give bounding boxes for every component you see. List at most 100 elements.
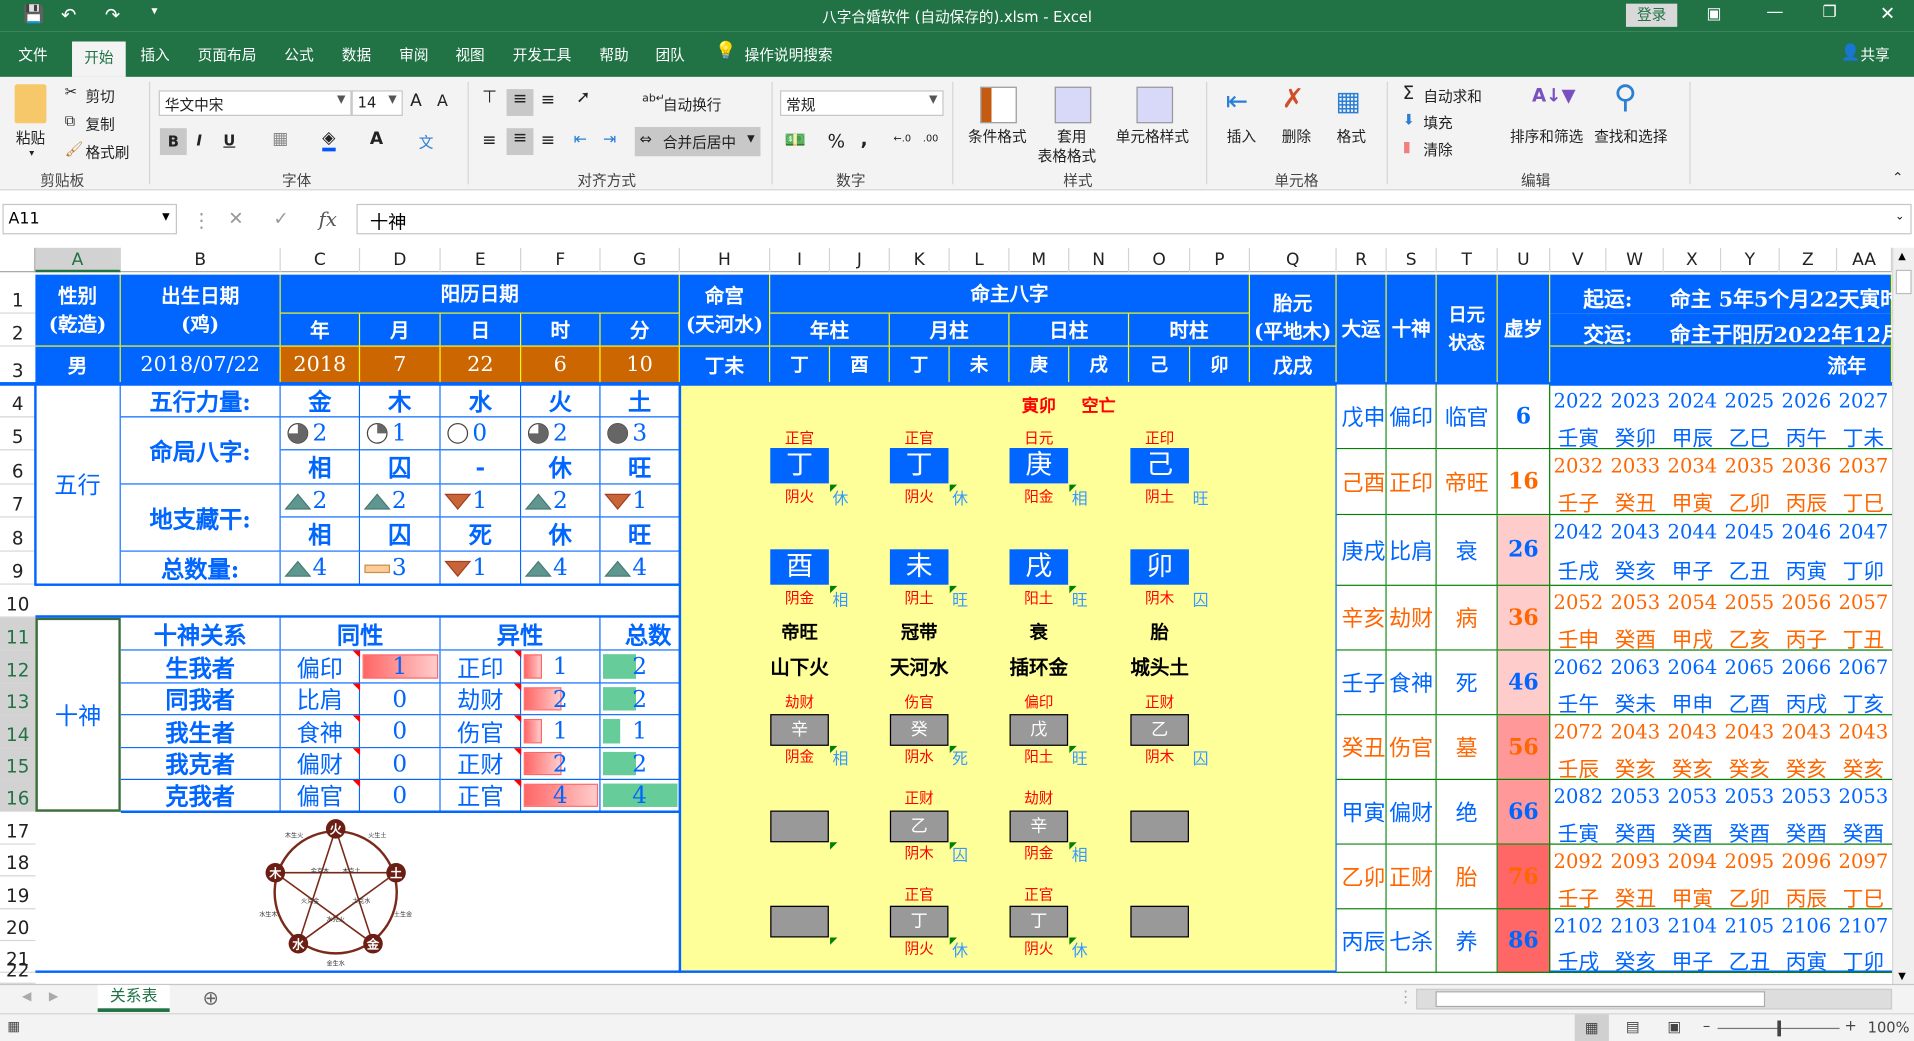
solar-unit[interactable]: 日	[440, 313, 522, 347]
dayun-ten-god[interactable]: 劫财	[1386, 585, 1437, 651]
shishen-header[interactable]: 十神	[1386, 274, 1437, 385]
hidden-stem-box[interactable]	[770, 905, 829, 938]
hidden-stem-box[interactable]: 癸	[889, 714, 949, 746]
same-polarity-header[interactable]: 同性	[280, 617, 441, 651]
element-3[interactable]: 火	[521, 384, 601, 418]
dayun-ganzhi[interactable]: 甲寅	[1336, 780, 1387, 845]
dayun-header[interactable]: 大运	[1336, 274, 1387, 385]
dayun-day-state[interactable]: 死	[1436, 650, 1498, 716]
hidden-stem-box[interactable]: 乙	[889, 810, 949, 843]
solar-unit[interactable]: 时	[521, 313, 601, 347]
pillar-char[interactable]: 丁	[770, 346, 831, 385]
solar-value[interactable]: 10	[600, 346, 680, 385]
dayun-day-state[interactable]: 病	[1436, 585, 1498, 651]
dayun-age[interactable]: 86	[1497, 909, 1551, 973]
canggan-count[interactable]: 2	[280, 484, 361, 518]
dayun-ten-god[interactable]: 偏印	[1386, 384, 1437, 450]
prev-sheet-icon[interactable]: ◀	[22, 990, 31, 1003]
bazi-count-label[interactable]: 命局八字:	[120, 417, 281, 485]
horizontal-scroll-thumb[interactable]	[1435, 991, 1766, 1008]
same-count[interactable]: 0	[360, 683, 441, 716]
hidden-stem-box[interactable]	[770, 810, 829, 843]
taiyuan-value[interactable]: 戊戌	[1249, 346, 1337, 385]
scroll-down-icon[interactable]: ▼	[1898, 970, 1906, 981]
relation-label[interactable]: 克我者	[120, 780, 281, 812]
wuxing-section-label[interactable]: 五行	[35, 384, 121, 585]
element-2[interactable]: 水	[440, 384, 522, 418]
bazi-state[interactable]: 休	[521, 450, 601, 485]
diff-god[interactable]: 正官	[440, 780, 522, 812]
relation-label[interactable]: 我克者	[120, 748, 281, 781]
dayun-day-state[interactable]: 绝	[1436, 780, 1498, 845]
pillar-label[interactable]: 月柱	[889, 313, 1010, 347]
hidden-stem-box[interactable]: 乙	[1130, 714, 1189, 746]
dayun-day-state[interactable]: 墓	[1436, 715, 1498, 781]
dayun-day-state[interactable]: 衰	[1436, 515, 1498, 586]
element-1[interactable]: 木	[360, 384, 441, 418]
total-count[interactable]: 1	[440, 551, 522, 585]
bazi-state[interactable]: 相	[280, 450, 361, 485]
pillar-label[interactable]: 时柱	[1129, 313, 1250, 347]
dayun-ganzhi[interactable]: 辛亥	[1336, 585, 1387, 651]
dayun-age[interactable]: 16	[1497, 449, 1551, 516]
dayun-ten-god[interactable]: 正印	[1386, 449, 1437, 516]
dayun-age[interactable]: 76	[1497, 844, 1551, 910]
heavenly-stem-box[interactable]: 丁	[889, 447, 949, 484]
solar-unit[interactable]: 年	[280, 313, 361, 347]
zoom-slider-thumb[interactable]	[1777, 1020, 1782, 1037]
bazi-count[interactable]: 3	[600, 417, 680, 451]
total-count[interactable]: 4	[280, 551, 361, 585]
pillar-char[interactable]: 未	[949, 346, 1010, 385]
pillar-char[interactable]: 酉	[830, 346, 890, 385]
taiyuan-label[interactable]: 胎元 (平地木)	[1249, 274, 1337, 347]
earthly-branch-box[interactable]: 卯	[1130, 549, 1189, 585]
canggan-state[interactable]: 休	[521, 517, 601, 552]
horizontal-scrollbar[interactable]	[1416, 988, 1893, 1010]
total-count[interactable]: 2	[600, 683, 680, 716]
dayun-ganzhi[interactable]: 癸丑	[1336, 715, 1387, 781]
diff-count[interactable]: 2	[521, 683, 601, 716]
canggan-count[interactable]: 1	[440, 484, 522, 518]
earthly-branch-box[interactable]: 戌	[1009, 549, 1069, 585]
dayun-age[interactable]: 66	[1497, 780, 1551, 845]
same-god[interactable]: 比肩	[280, 683, 361, 716]
hidden-stem-box[interactable]: 丁	[1009, 905, 1069, 938]
solar-value[interactable]: 7	[360, 346, 441, 385]
diff-god[interactable]: 正印	[440, 650, 522, 684]
same-count[interactable]: 0	[360, 715, 441, 749]
total-count[interactable]: 4	[600, 551, 680, 585]
dayun-ganzhi[interactable]: 庚戌	[1336, 515, 1387, 586]
shishen-relation-header[interactable]: 十神关系	[120, 617, 281, 651]
pillar-char[interactable]: 卯	[1190, 346, 1250, 385]
dayun-ten-god[interactable]: 伤官	[1386, 715, 1437, 781]
page-break-view-icon[interactable]: ▣	[1667, 1018, 1681, 1035]
bazi-count[interactable]: 0	[440, 417, 522, 451]
dayun-day-state[interactable]: 胎	[1436, 844, 1498, 910]
dayun-age[interactable]: 6	[1497, 384, 1551, 450]
solar-unit[interactable]: 月	[360, 313, 441, 347]
zoom-out-icon[interactable]: –	[1703, 1017, 1710, 1034]
dayun-ten-god[interactable]: 食神	[1386, 650, 1437, 716]
relation-label[interactable]: 生我者	[120, 650, 281, 684]
vertical-scroll-thumb[interactable]	[1895, 269, 1912, 295]
element-0[interactable]: 金	[280, 384, 361, 418]
dayun-ten-god[interactable]: 七杀	[1386, 909, 1437, 973]
shishen-section-label[interactable]: 十神	[35, 617, 121, 812]
dayun-age[interactable]: 46	[1497, 650, 1551, 716]
page-layout-view-icon[interactable]: ▤	[1626, 1018, 1640, 1035]
dayun-ganzhi[interactable]: 壬子	[1336, 650, 1387, 716]
bazi-count[interactable]: 2	[521, 417, 601, 451]
bazi-count[interactable]: 2	[280, 417, 361, 451]
bazi-state[interactable]: 旺	[600, 450, 680, 485]
minggong-value[interactable]: 丁未	[679, 346, 771, 385]
zoom-in-icon[interactable]: +	[1844, 1017, 1856, 1034]
diff-count[interactable]: 1	[521, 650, 601, 684]
dayun-age[interactable]: 56	[1497, 715, 1551, 781]
total-header[interactable]: 总数	[600, 617, 680, 651]
dayun-age[interactable]: 26	[1497, 515, 1551, 586]
bazi-count[interactable]: 1	[360, 417, 441, 451]
bazi-label[interactable]: 命主八字	[770, 274, 1250, 314]
scroll-up-icon[interactable]: ▲	[1898, 250, 1906, 261]
dayun-ganzhi[interactable]: 乙卯	[1336, 844, 1387, 910]
diff-count[interactable]: 4	[521, 780, 601, 812]
